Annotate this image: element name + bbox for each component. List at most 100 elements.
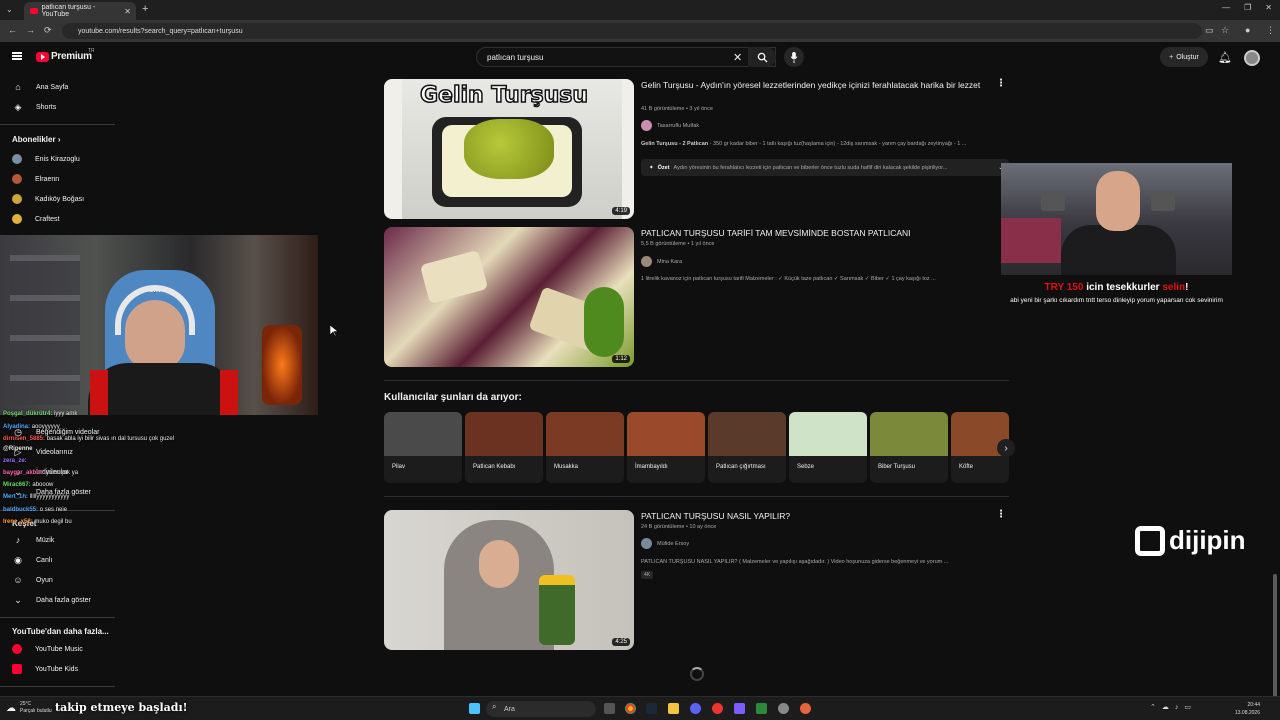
donation-thanks: TRY 150 icin tesekkurler selin! [1044,282,1189,293]
sidebar-item-more-2[interactable]: ⌄ Daha fazla göster [0,590,120,610]
related-search-card[interactable]: Patlıcan çığırtması [708,412,786,483]
sidebar-item-label: YouTube Kids [35,665,79,673]
close-tab-icon[interactable]: ✕ [124,7,131,16]
notifications-bell-icon[interactable]: 🔔︎ [1218,51,1232,64]
related-search-card[interactable]: Biber Turşusu [870,412,948,483]
menu-dots-icon[interactable]: ⋮ [1266,25,1275,36]
sidebar-item-gaming[interactable]: ☺ Oyun [0,570,120,590]
chat-message: Irene_x52: muko degil bu [3,519,72,525]
related-search-card[interactable]: Patlıcan Kebabı [465,412,543,483]
streamer-jacket [88,363,238,415]
system-tray-icons[interactable]: ⌃☁♪▭ [1150,703,1197,711]
tab-list-icon[interactable]: ⌄ [6,5,13,14]
sidebar-item-music[interactable]: ♪ Müzik [0,530,120,550]
app-icon[interactable] [756,703,767,714]
video-thumbnail[interactable]: Gelin Turşusu 4:19 [384,79,634,219]
related-search-card[interactable]: Musakka [546,412,624,483]
related-search-card[interactable]: İmambayıldı [627,412,705,483]
video-thumbnail[interactable]: 4:25 [384,510,634,650]
related-search-image [465,412,543,456]
video-title[interactable]: PATLICAN TURŞUSU TARİFİ TAM MEVSİMİNDE B… [641,227,981,240]
cast-icon[interactable]: ▭ [1205,25,1214,36]
settings-gear-icon[interactable] [778,703,789,714]
scrollbar-thumb[interactable] [1273,574,1277,704]
bookmark-star-icon[interactable]: ☆ [1221,25,1229,36]
steam-icon[interactable] [646,703,657,714]
related-search-card[interactable]: Pilav [384,412,462,483]
account-avatar[interactable] [1244,50,1260,66]
opera-icon[interactable] [712,703,723,714]
person-head [1096,171,1140,231]
sidebar-item-youtube-kids[interactable]: YouTube Kids [0,659,120,679]
app-icon[interactable] [800,703,811,714]
profile-icon[interactable]: ● [1245,25,1250,35]
task-view-icon[interactable] [604,703,615,714]
sidebar-item-live[interactable]: ◉ Canlı [0,550,120,570]
sidebar-item-label: Müzik [36,536,55,544]
new-tab-button[interactable]: + [142,3,148,15]
taskbar-clock[interactable]: 20:44 13.08.2026 [1235,701,1260,717]
sidebar-item-sub-3[interactable]: Kadıköy Boğası [0,189,120,209]
forward-icon[interactable]: → [26,25,35,35]
more-options-icon[interactable]: ⋮ [996,78,1006,89]
reload-icon[interactable]: ⟳ [44,25,52,36]
search-input[interactable]: patlıcan turşusu [476,47,776,67]
background-car [1001,218,1061,263]
video-thumbnail[interactable]: 1:12 [384,227,634,367]
sidebar-item-shorts[interactable]: ◈ Shorts [0,97,120,117]
related-search-label: Musakka [554,464,579,470]
browser-tab[interactable]: patlıcan turşusu - YouTube ✕ [24,2,136,20]
video-title[interactable]: PATLICAN TURŞUSU NASIL YAPILIR? [641,510,981,523]
back-icon[interactable]: ← [8,25,17,35]
ai-summary[interactable]: ✦ Özet Aydın yöresinin bu ferahlatıcı le… [641,159,1009,176]
youtube-header: Premium TR patlıcan turşusu ✕ + Oluştur … [0,42,1280,74]
summary-label: Özet [657,164,670,171]
close-window-icon[interactable]: ✕ [1265,3,1272,12]
sidebar-item-sub-4[interactable]: Craftest [0,209,120,229]
discord-icon[interactable] [690,703,701,714]
related-search-label: Sebze [797,464,815,470]
more-options-icon[interactable]: ⋮ [996,509,1006,520]
person-body [1061,225,1176,275]
url-field[interactable]: youtube.com/results?search_query=patlıca… [62,23,1202,39]
voice-search-button[interactable] [784,47,804,67]
create-button[interactable]: + Oluştur [1160,47,1208,67]
file-explorer-icon[interactable] [668,703,679,714]
sidebar-divider [0,686,115,687]
chrome-icon[interactable] [625,703,636,714]
sidebar-item-sub-2[interactable]: Elraenn [0,169,120,189]
minimize-icon[interactable]: — [1222,3,1230,12]
related-search-card[interactable]: Sebze [789,412,867,483]
channel-avatar [12,194,22,204]
youtube-logo-icon[interactable] [36,52,49,62]
related-search-label: Patlıcan çığırtması [716,464,766,470]
windows-start-icon[interactable] [469,703,480,714]
channel-link[interactable]: Mina Kara [641,256,682,267]
sidebar-item-home[interactable]: ⌂ Ana Sayfa [0,77,120,97]
sidebar-item-sub-1[interactable]: Enis Kirazoglu [0,149,120,169]
related-search-label: Biber Turşusu [878,464,916,470]
scroll-right-icon[interactable]: › [997,439,1015,457]
channel-name: Müfide Ersoy [657,540,690,547]
subscriptions-heading[interactable]: Abonelikler › [12,135,60,144]
video-duration: 4:25 [612,638,630,646]
hamburger-menu-icon[interactable] [12,52,22,60]
sidebar-item-label: Shorts [36,103,57,111]
logo-text[interactable]: Premium [51,51,92,62]
page-scrollbar[interactable] [1273,74,1277,704]
taskbar-search[interactable]: Ara [486,701,596,717]
maximize-icon[interactable]: ❐ [1244,3,1251,12]
search-button[interactable] [748,47,776,67]
donation-video-overlay [1001,163,1232,275]
clear-search-icon[interactable]: ✕ [733,51,742,64]
channel-link[interactable]: Müfide Ersoy [641,538,689,549]
channel-link[interactable]: Tasarruflu Mutfak [641,120,699,131]
weather-temp: 25°C [20,701,32,707]
weather-widget[interactable]: 25°C Parçalı bulutlu [20,701,52,715]
video-title[interactable]: Gelin Turşusu - Aydın'ın yöresel lezzetl… [641,79,981,92]
url-text: youtube.com/results?search_query=patlıca… [78,27,243,35]
plus-icon: + [1169,53,1174,61]
sidebar-item-label: Ana Sayfa [36,83,69,91]
sidebar-item-youtube-music[interactable]: YouTube Music [0,639,120,659]
app-icon[interactable] [734,703,745,714]
